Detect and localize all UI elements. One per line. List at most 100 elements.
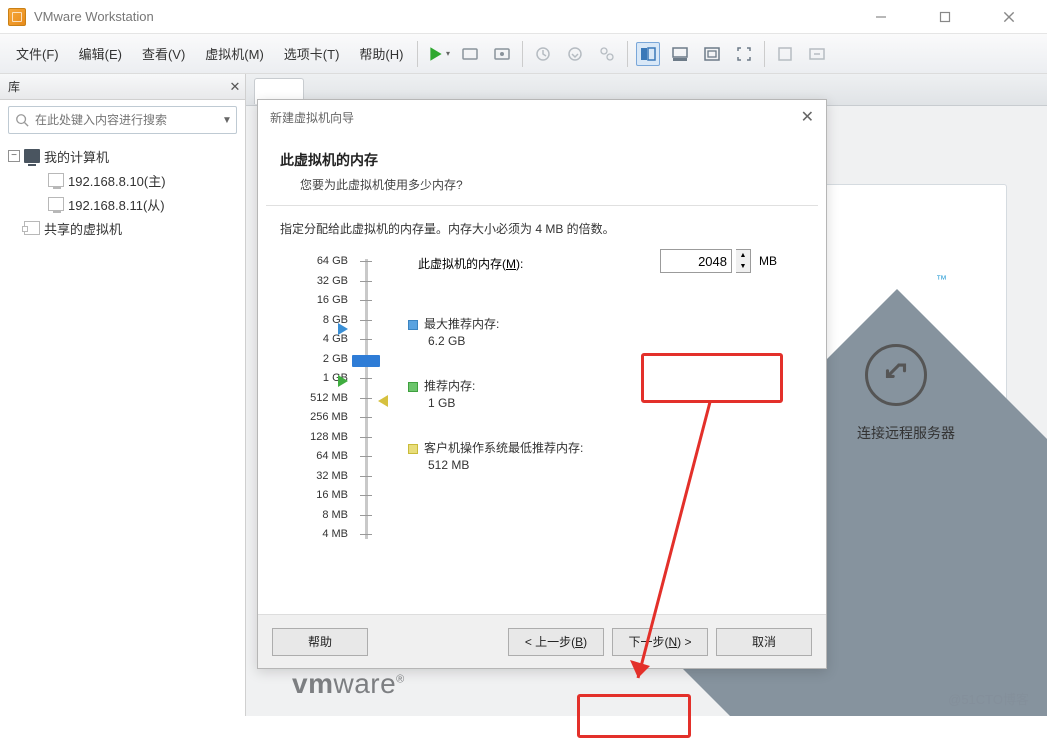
slider-tick <box>360 437 372 438</box>
max-recommended-label: 最大推荐内存: <box>424 317 499 331</box>
back-button[interactable]: < 上一步(B) <box>508 628 604 656</box>
spinner-up-icon[interactable]: ▲ <box>736 250 750 261</box>
menu-vm[interactable]: 虚拟机(M) <box>195 38 274 69</box>
menu-tabs[interactable]: 选项卡(T) <box>274 38 350 69</box>
toolbar-separator <box>764 41 765 67</box>
search-icon <box>9 113 35 127</box>
slider-tick-label: 32 GB <box>292 275 348 287</box>
shared-vms-icon <box>24 221 40 235</box>
dialog-instruction: 指定分配给此虚拟机的内存量。内存大小必须为 4 MB 的倍数。 <box>258 206 826 245</box>
slider-tick-label: 8 MB <box>292 509 348 521</box>
tree-node-vm2[interactable]: 192.168.8.11(从) <box>8 192 237 216</box>
recommended-label: 推荐内存: <box>424 379 475 393</box>
search-input[interactable] <box>35 113 218 127</box>
slider-tick-label: 64 GB <box>292 255 348 267</box>
help-button[interactable]: 帮助 <box>272 628 368 656</box>
window-title-bar: VMware Workstation <box>0 0 1047 34</box>
tree-node-shared[interactable]: 共享的虚拟机 <box>8 216 237 240</box>
slider-tick-label: 32 MB <box>292 470 348 482</box>
memory-spinner[interactable]: ▲▼ <box>736 249 751 273</box>
slider-tick <box>360 378 372 379</box>
memory-unit: MB <box>759 254 777 268</box>
recommended-marker-icon <box>338 375 348 387</box>
memory-input[interactable] <box>660 249 732 273</box>
snapshot-button[interactable] <box>531 42 555 66</box>
slider-track <box>365 259 368 539</box>
dialog-close-button[interactable]: ✕ <box>801 107 814 127</box>
slider-tick <box>360 456 372 457</box>
window-title: VMware Workstation <box>34 9 861 24</box>
max-recommended-value: 6.2 GB <box>408 334 499 348</box>
toolbar-separator <box>627 41 628 67</box>
blue-square-icon <box>408 320 418 330</box>
slider-tick-label: 4 MB <box>292 528 348 540</box>
min-recommended-value: 512 MB <box>408 458 583 472</box>
library-search-box[interactable]: ▼ <box>8 106 237 134</box>
settings-button[interactable] <box>490 42 514 66</box>
tree-collapse-icon[interactable]: − <box>8 150 20 162</box>
vmware-logo: vmware® <box>292 668 405 700</box>
slider-tick-label: 16 GB <box>292 294 348 306</box>
cycle-button[interactable] <box>805 42 829 66</box>
computer-icon <box>24 149 40 163</box>
app-logo-icon <box>8 8 26 26</box>
unity-button[interactable] <box>700 42 724 66</box>
suspend-button[interactable] <box>458 42 482 66</box>
toolbar-separator <box>417 41 418 67</box>
slider-tick <box>360 261 372 262</box>
toolbar-separator <box>522 41 523 67</box>
menu-view[interactable]: 查看(V) <box>132 38 195 69</box>
stretch-button[interactable] <box>773 42 797 66</box>
slider-tick <box>360 320 372 321</box>
menu-bar: 文件(F) 编辑(E) 查看(V) 虚拟机(M) 选项卡(T) 帮助(H) ▾ <box>0 34 1047 74</box>
slider-tick <box>360 534 372 535</box>
library-sidebar: 库 ✕ ▼ − 我的计算机 192.168.8.10(主) <box>0 74 246 716</box>
slider-tick-label: 256 MB <box>292 411 348 423</box>
slider-tick-label: 64 MB <box>292 450 348 462</box>
menu-file[interactable]: 文件(F) <box>6 38 69 69</box>
slider-tick-label: 512 MB <box>292 392 348 404</box>
new-vm-wizard-dialog: 新建虚拟机向导 ✕ 此虚拟机的内存 您要为此虚拟机使用多少内存? 指定分配给此虚… <box>257 99 827 669</box>
tree-node-my-computer[interactable]: − 我的计算机 <box>8 144 237 168</box>
spinner-down-icon[interactable]: ▼ <box>736 261 750 272</box>
search-dropdown-icon[interactable]: ▼ <box>218 115 236 126</box>
view-console-button[interactable] <box>636 42 660 66</box>
tree-node-vm1[interactable]: 192.168.8.10(主) <box>8 168 237 192</box>
slider-tick <box>360 417 372 418</box>
power-on-button[interactable]: ▾ <box>426 42 450 66</box>
revert-button[interactable] <box>563 42 587 66</box>
menu-help[interactable]: 帮助(H) <box>349 38 413 69</box>
dialog-title: 新建虚拟机向导 <box>270 109 354 126</box>
tree-label: 192.168.8.10(主) <box>68 171 166 190</box>
window-close-button[interactable] <box>989 3 1029 31</box>
slider-tick <box>360 495 372 496</box>
memory-slider[interactable]: 64 GB32 GB16 GB8 GB4 GB2 GB1 GB512 MB256… <box>356 255 378 545</box>
slider-tick <box>360 515 372 516</box>
slider-tick-label: 2 GB <box>292 353 348 365</box>
window-maximize-button[interactable] <box>925 3 965 31</box>
slider-tick-label: 16 MB <box>292 489 348 501</box>
dialog-heading: 此虚拟机的内存 <box>280 150 804 170</box>
window-minimize-button[interactable] <box>861 3 901 31</box>
slider-tick <box>360 398 372 399</box>
vm-icon <box>48 173 64 187</box>
min-recommended-marker-icon <box>378 395 388 407</box>
slider-tick <box>360 339 372 340</box>
sidebar-title: 库 <box>0 78 225 95</box>
fullscreen-button[interactable] <box>732 42 756 66</box>
slider-tick <box>360 300 372 301</box>
view-thumbnail-button[interactable] <box>668 42 692 66</box>
manage-snapshots-button[interactable] <box>595 42 619 66</box>
slider-tick <box>360 281 372 282</box>
slider-handle[interactable] <box>352 355 380 367</box>
sidebar-close-button[interactable]: ✕ <box>225 79 245 95</box>
next-button[interactable]: 下一步(N) > <box>612 628 708 656</box>
memory-field-label: 此虚拟机的内存(M): <box>418 255 523 272</box>
green-square-icon <box>408 382 418 392</box>
menu-edit[interactable]: 编辑(E) <box>69 38 132 69</box>
connect-remote-label: 连接远程服务器 <box>857 423 955 443</box>
tree-label: 192.168.8.11(从) <box>68 195 165 214</box>
cancel-button[interactable]: 取消 <box>716 628 812 656</box>
slider-tick <box>360 476 372 477</box>
connect-remote-button[interactable] <box>865 344 927 406</box>
